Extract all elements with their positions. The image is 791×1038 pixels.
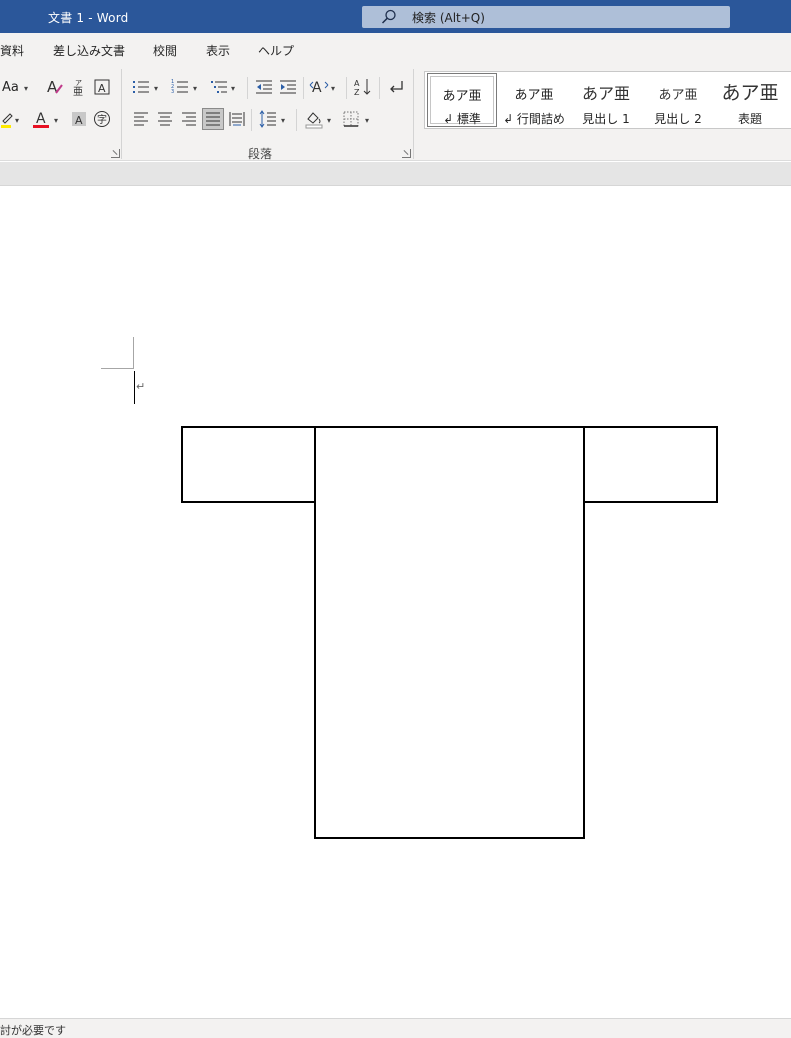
style-name: ↲ 行間詰め xyxy=(503,112,565,126)
separator xyxy=(247,77,248,99)
shape-left-sleeve[interactable] xyxy=(181,426,317,503)
phonetic-guide-icon[interactable]: ア亜 xyxy=(68,76,90,98)
chevron-down-icon[interactable]: ▾ xyxy=(365,116,369,125)
group-separator xyxy=(121,69,122,159)
chevron-down-icon[interactable]: ▾ xyxy=(24,84,28,93)
text-cursor xyxy=(134,371,135,404)
ribbon: Aa ▾ A ア亜 A ▾ A ▾ A 字 ▾ 123 ▾ ▾ A ▾ A Z … xyxy=(0,65,791,161)
show-paragraph-marks-icon[interactable] xyxy=(385,76,407,98)
bullets-icon[interactable] xyxy=(130,76,152,98)
style-no-spacing[interactable]: あア亜 ↲ 行間詰め xyxy=(498,72,570,128)
svg-text:A: A xyxy=(312,80,322,96)
title-bar: 文書 1 - Word 検索 (Alt+Q) xyxy=(0,0,791,33)
chevron-down-icon[interactable]: ▾ xyxy=(327,116,331,125)
shading-icon[interactable] xyxy=(303,108,325,130)
paragraph-dialog-launcher-icon[interactable] xyxy=(402,149,411,158)
style-sample: あア亜 xyxy=(658,88,698,103)
chevron-down-icon[interactable]: ▾ xyxy=(154,84,158,93)
document-page[interactable]: ↵ xyxy=(0,187,791,1018)
style-normal[interactable]: あア亜 ↲ 標準 xyxy=(427,73,497,127)
chevron-down-icon[interactable]: ▾ xyxy=(331,84,335,93)
search-placeholder: 検索 (Alt+Q) xyxy=(412,11,485,25)
increase-indent-icon[interactable] xyxy=(277,76,299,98)
style-sample: あア亜 xyxy=(442,89,482,104)
style-sample: あア亜 xyxy=(721,82,779,104)
status-text[interactable]: 討が必要です xyxy=(0,1022,66,1038)
svg-text:A: A xyxy=(354,79,360,88)
style-title[interactable]: あア亜 表題 xyxy=(714,72,786,128)
decrease-indent-icon[interactable] xyxy=(253,76,275,98)
svg-text:ア: ア xyxy=(75,79,82,87)
svg-text:A: A xyxy=(98,82,106,95)
search-input[interactable]: 検索 (Alt+Q) xyxy=(362,6,730,28)
tab-references[interactable]: 資料 xyxy=(0,42,24,59)
justify-icon[interactable] xyxy=(202,108,224,130)
status-bar: 討が必要です xyxy=(0,1018,791,1038)
paragraph-group-label: 段落 xyxy=(248,147,273,161)
font-color-icon[interactable]: A xyxy=(30,108,52,130)
sort-icon[interactable]: AZ xyxy=(352,76,374,98)
paragraph-mark: ↵ xyxy=(136,380,146,393)
separator xyxy=(379,77,380,99)
chevron-down-icon[interactable]: ▾ xyxy=(281,116,285,125)
change-case-button[interactable]: Aa xyxy=(2,80,19,95)
search-icon xyxy=(380,8,398,26)
chevron-down-icon[interactable]: ▾ xyxy=(15,116,19,125)
window-title: 文書 1 - Word xyxy=(48,11,129,25)
chevron-down-icon[interactable]: ▾ xyxy=(54,116,58,125)
ruler-area xyxy=(0,162,791,186)
tab-review[interactable]: 校閲 xyxy=(153,42,177,59)
separator xyxy=(346,77,347,99)
align-center-icon[interactable] xyxy=(154,108,176,130)
tab-help[interactable]: ヘルプ xyxy=(258,42,294,59)
style-name: 表題 xyxy=(737,112,762,126)
svg-text:A: A xyxy=(47,78,58,96)
enclosed-character-icon[interactable]: 字 xyxy=(91,108,113,130)
svg-text:3: 3 xyxy=(171,89,174,95)
tab-mailings[interactable]: 差し込み文書 xyxy=(53,42,125,59)
margin-corner-mark xyxy=(133,337,134,369)
style-sample: あア亜 xyxy=(514,88,554,103)
style-name: 見出し 1 xyxy=(582,112,630,126)
svg-text:亜: 亜 xyxy=(73,87,83,97)
shape-right-sleeve[interactable] xyxy=(583,426,718,503)
style-name: ↲ 標準 xyxy=(443,112,481,126)
borders-icon[interactable] xyxy=(340,108,362,130)
align-left-icon[interactable] xyxy=(130,108,152,130)
svg-text:字: 字 xyxy=(97,113,107,126)
distributed-icon[interactable] xyxy=(226,108,248,130)
separator xyxy=(251,109,252,131)
shape-body[interactable] xyxy=(314,426,585,839)
style-sample: あア亜 xyxy=(581,84,630,103)
style-name: 見出し 2 xyxy=(654,112,702,126)
character-spacing-icon[interactable]: A xyxy=(308,76,330,98)
numbering-icon[interactable]: 123 xyxy=(169,76,191,98)
chevron-down-icon[interactable]: ▾ xyxy=(193,84,197,93)
styles-gallery: あア亜 ↲ 標準 あア亜 ↲ 行間詰め あア亜 見出し 1 あア亜 見出し 2 … xyxy=(424,71,791,129)
character-shading-icon[interactable]: A xyxy=(68,108,90,130)
svg-text:Z: Z xyxy=(354,88,360,97)
align-right-icon[interactable] xyxy=(178,108,200,130)
margin-corner-mark xyxy=(101,368,134,369)
multilevel-list-icon[interactable] xyxy=(208,76,230,98)
chevron-down-icon[interactable]: ▾ xyxy=(231,84,235,93)
clear-formatting-icon[interactable]: A xyxy=(44,76,66,98)
separator xyxy=(296,109,297,131)
svg-text:A: A xyxy=(75,114,83,127)
style-heading-2[interactable]: あア亜 見出し 2 xyxy=(642,72,714,128)
separator xyxy=(303,77,304,99)
tab-view[interactable]: 表示 xyxy=(206,42,230,59)
svg-text:A: A xyxy=(36,111,46,127)
menu-bar: 資料 差し込み文書 校閲 表示 ヘルプ xyxy=(0,33,791,65)
style-heading-1[interactable]: あア亜 見出し 1 xyxy=(570,72,642,128)
font-dialog-launcher-icon[interactable] xyxy=(111,149,120,158)
group-separator xyxy=(413,69,414,159)
line-spacing-icon[interactable] xyxy=(257,108,279,130)
character-border-icon[interactable]: A xyxy=(91,76,113,98)
